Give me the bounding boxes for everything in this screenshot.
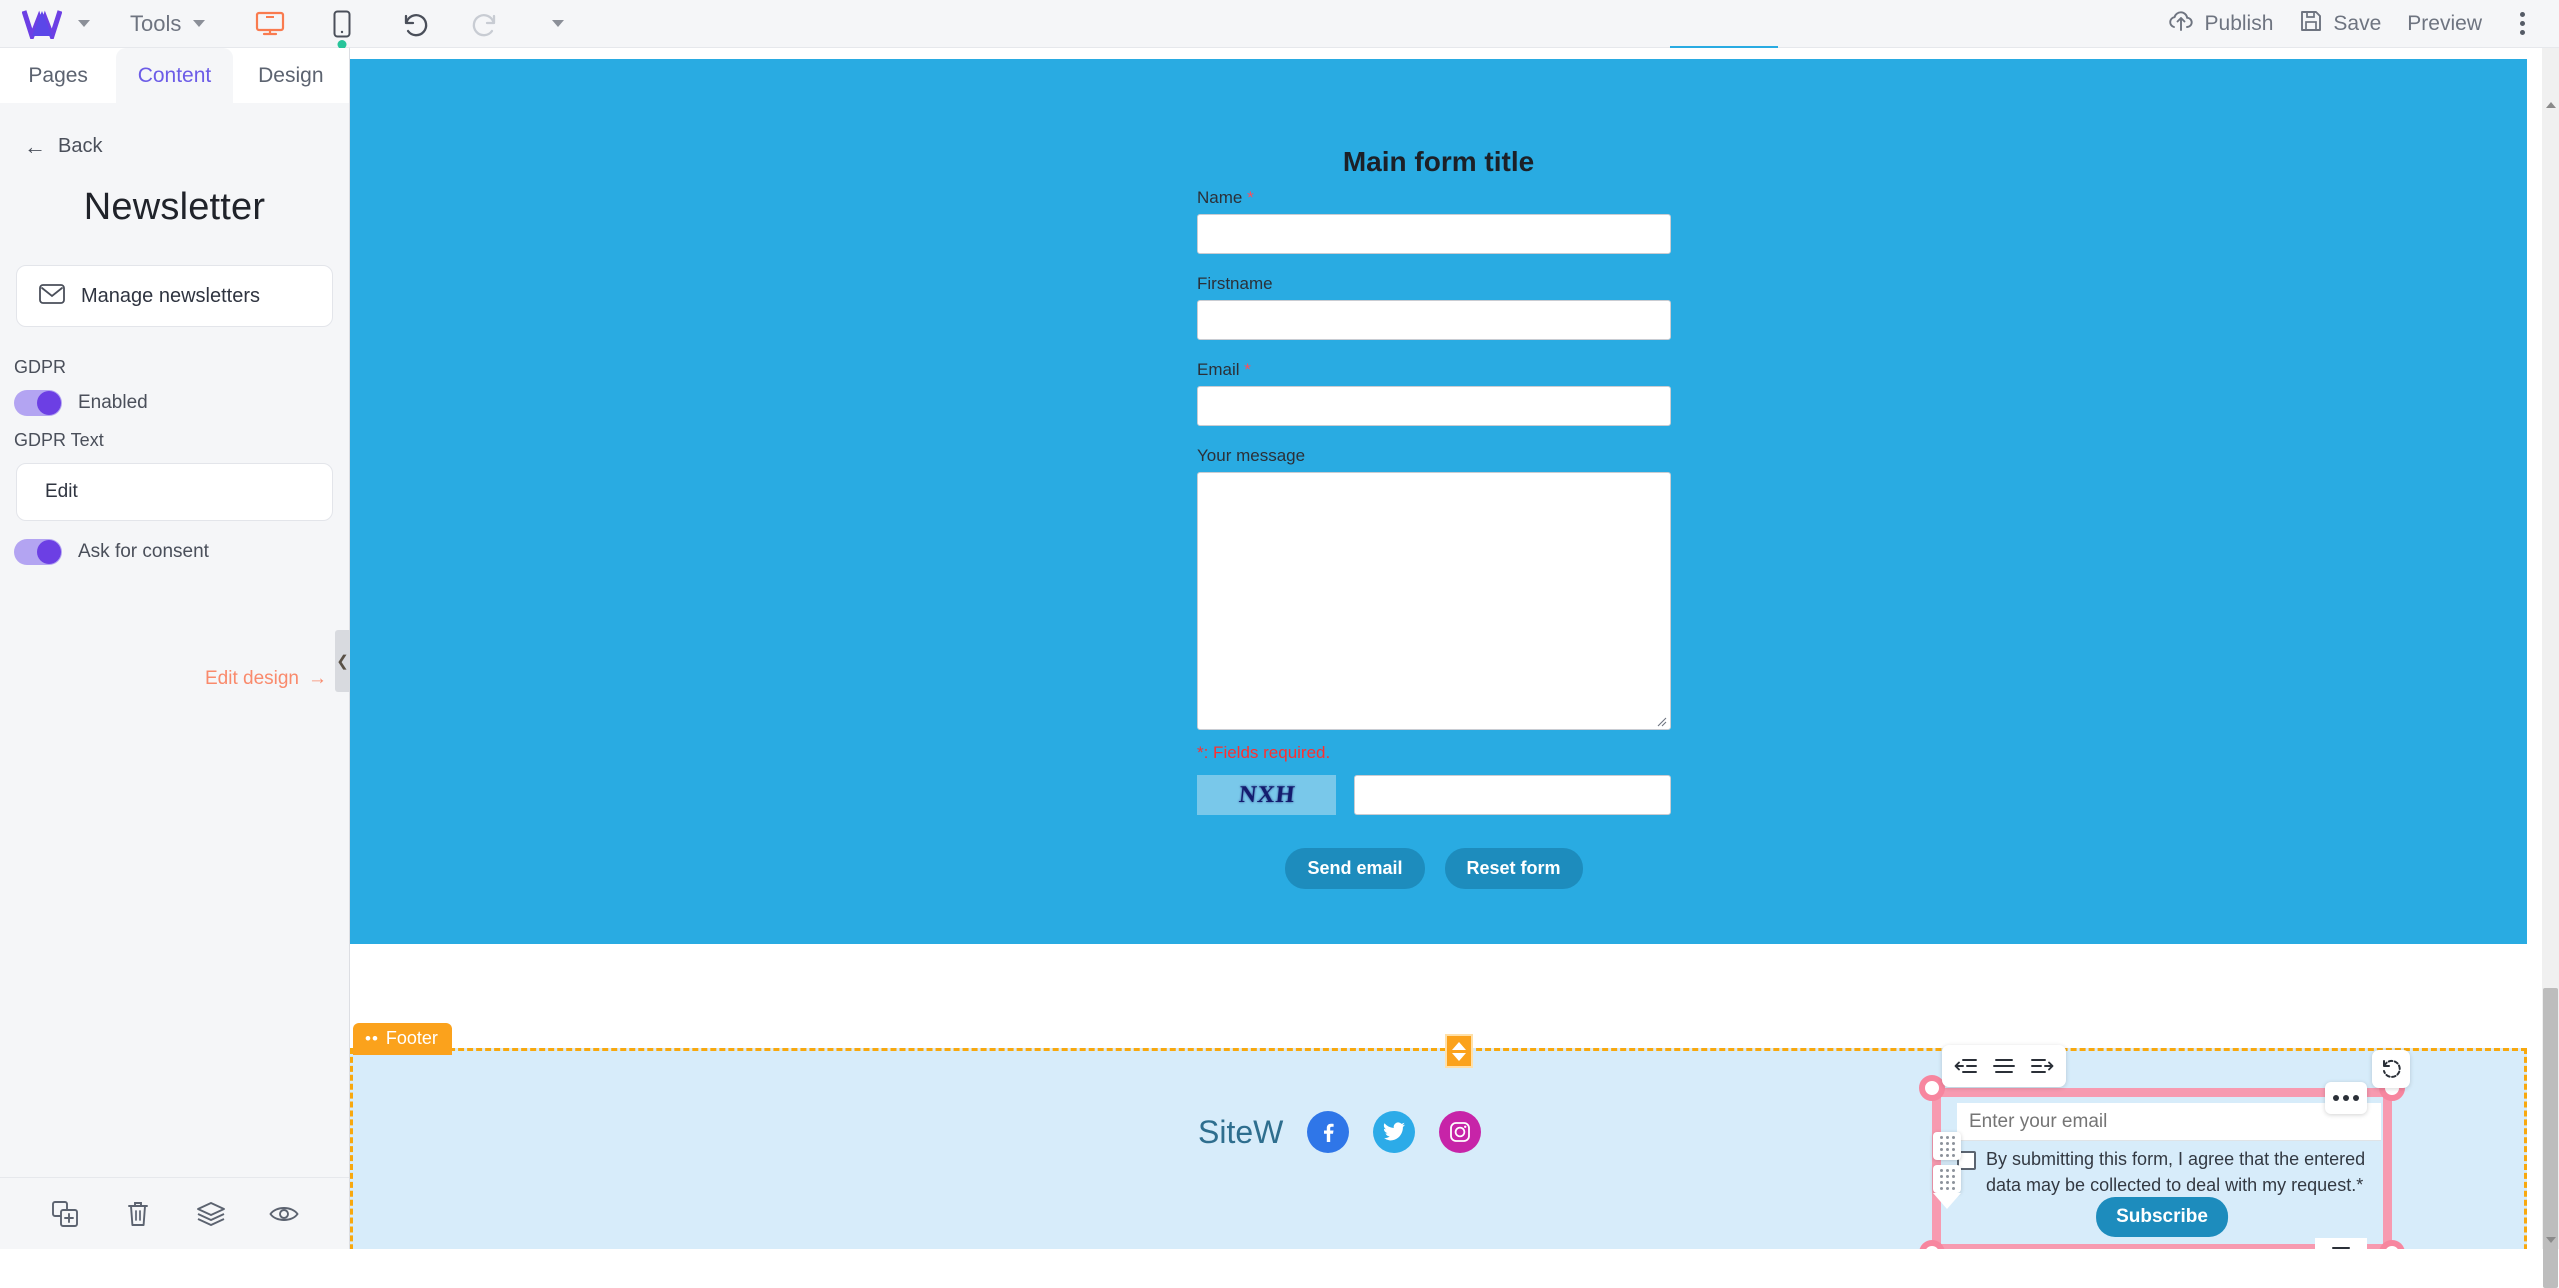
- instagram-icon[interactable]: [1439, 1111, 1482, 1153]
- preview-label: Preview: [2407, 11, 2482, 35]
- arrow-right-icon: →: [308, 668, 327, 689]
- publish-button[interactable]: Publish: [2167, 9, 2274, 39]
- tools-menu[interactable]: Tools: [130, 10, 206, 37]
- scroll-up-arrow-icon[interactable]: [2546, 102, 2556, 108]
- facebook-icon[interactable]: [1307, 1111, 1350, 1153]
- edit-design-link[interactable]: Edit design →: [205, 668, 327, 690]
- floppy-disk-icon: [2299, 9, 2323, 39]
- ask-consent-label: Ask for consent: [78, 541, 209, 562]
- top-toolbar: Tools Publish Save Preview: [0, 0, 2559, 49]
- preview-button[interactable]: Preview: [2407, 12, 2482, 36]
- required-asterisk: *: [1239, 360, 1251, 379]
- edit-design-label: Edit design: [204, 668, 299, 689]
- form-buttons: Send email Reset form: [1197, 848, 1671, 889]
- mobile-phone-icon[interactable]: [323, 5, 361, 49]
- twitter-icon[interactable]: [1373, 1111, 1416, 1153]
- move-to-bottom-icon[interactable]: [2315, 1238, 2367, 1249]
- captcha-row: NXH: [1197, 775, 1671, 815]
- newsletter-widget[interactable]: By submitting this form, I agree that th…: [1919, 1075, 2405, 1249]
- manage-newsletters-button[interactable]: Manage newsletters: [16, 265, 333, 327]
- arrow-left-icon: ←: [24, 133, 46, 159]
- widget-drag-handle-top[interactable]: [1933, 1132, 1961, 1160]
- save-button[interactable]: Save: [2299, 9, 2381, 39]
- gdpr-text-edit-button[interactable]: Edit: [16, 463, 333, 521]
- page-title: Newsletter: [83, 186, 266, 228]
- scrollbar-thumb[interactable]: [2543, 988, 2558, 1288]
- selection-frame: [1932, 1088, 2392, 1249]
- reset-rotate-icon[interactable]: [2372, 1050, 2410, 1088]
- gdpr-enabled-label: Enabled: [78, 392, 148, 413]
- align-left-icon[interactable]: [1949, 1051, 1983, 1081]
- more-chevron-down-icon[interactable]: [539, 5, 577, 43]
- publish-label: Publish: [2204, 11, 2274, 35]
- save-label: Save: [2333, 11, 2382, 35]
- sidebar-collapse-handle[interactable]: ❮: [335, 630, 350, 692]
- layers-icon[interactable]: [189, 1192, 233, 1236]
- gdpr-section-label: GDPR: [14, 357, 67, 377]
- align-center-icon[interactable]: [1987, 1051, 2021, 1081]
- back-label: Back: [58, 135, 103, 157]
- canvas-scrollbar[interactable]: [2542, 48, 2559, 1288]
- cloud-upload-icon: [2167, 9, 2195, 39]
- required-fields-note: *: Fields required.: [1197, 743, 1331, 762]
- duplicate-icon[interactable]: [43, 1192, 87, 1236]
- page-canvas: Main form title Name * Firstname Email *…: [350, 48, 2542, 1249]
- redo-icon[interactable]: [467, 5, 505, 43]
- desktop-monitor-icon[interactable]: [251, 5, 289, 43]
- kebab-menu-icon[interactable]: [2508, 6, 2537, 41]
- scroll-down-arrow-icon[interactable]: [2546, 1237, 2556, 1243]
- textarea-resize-grip-icon[interactable]: [1655, 714, 1667, 727]
- name-field-label: Name *: [1197, 188, 1254, 207]
- ask-consent-row: Ask for consent: [14, 539, 349, 565]
- undo-icon[interactable]: [395, 5, 433, 43]
- left-sidebar: Pages Content Design ← Back Newsletter M…: [0, 48, 350, 1249]
- message-field-label: Your message: [1197, 446, 1306, 465]
- firstname-input[interactable]: [1197, 300, 1671, 340]
- footer-resize-top-handle[interactable]: [1445, 1034, 1473, 1068]
- captcha-input[interactable]: [1354, 775, 1671, 815]
- tab-design[interactable]: Design: [232, 48, 349, 103]
- drag-dots-icon: ••: [365, 1028, 379, 1048]
- tools-label: Tools: [130, 10, 182, 36]
- sitew-w-logo[interactable]: [20, 7, 64, 41]
- tools-chevron-down-icon: [193, 20, 206, 27]
- required-asterisk: *: [1242, 188, 1254, 207]
- edit-label: Edit: [45, 481, 78, 502]
- send-email-button[interactable]: Send email: [1285, 848, 1425, 889]
- name-input[interactable]: [1197, 214, 1671, 254]
- tab-content[interactable]: Content: [116, 48, 233, 103]
- manage-newsletters-label: Manage newsletters: [81, 284, 260, 307]
- sidebar-tabs: Pages Content Design: [0, 48, 349, 103]
- footer-brand-row: SiteW: [1198, 1111, 1482, 1153]
- footer-tag-label: Footer: [385, 1028, 438, 1048]
- align-right-icon[interactable]: [2025, 1051, 2059, 1081]
- gdpr-text-label: GDPR Text: [14, 430, 104, 450]
- contact-form: Name * Firstname Email * Your message *:…: [1197, 188, 1671, 889]
- email-field-label: Email *: [1197, 360, 1251, 379]
- gdpr-enabled-toggle[interactable]: [14, 390, 62, 416]
- sitew-footer-logo: SiteW: [1198, 1113, 1284, 1150]
- text-align-toolbar: [1942, 1045, 2066, 1087]
- gdpr-enabled-row: Enabled: [14, 390, 349, 416]
- firstname-field-label: Firstname: [1197, 274, 1273, 293]
- envelope-icon: [39, 283, 65, 309]
- eye-icon[interactable]: [262, 1192, 306, 1236]
- reset-form-button[interactable]: Reset form: [1444, 848, 1583, 889]
- widget-more-options-button[interactable]: [2325, 1082, 2367, 1114]
- widget-drag-handle-bottom[interactable]: [1933, 1165, 1961, 1193]
- form-title: Main form title: [1342, 146, 1535, 177]
- widget-drag-arrow-icon[interactable]: [1933, 1193, 1961, 1209]
- brand-chevron-down-icon[interactable]: [78, 20, 90, 27]
- back-button[interactable]: ← Back: [24, 135, 349, 158]
- sidebar-bottom-toolbar: [0, 1177, 349, 1249]
- trash-icon[interactable]: [116, 1192, 160, 1236]
- footer-section-tag[interactable]: •• Footer: [353, 1023, 452, 1055]
- captcha-image: NXH: [1197, 775, 1337, 815]
- message-textarea[interactable]: [1197, 472, 1671, 730]
- tab-pages[interactable]: Pages: [0, 48, 117, 103]
- ask-consent-toggle[interactable]: [14, 539, 62, 565]
- email-input[interactable]: [1197, 386, 1671, 426]
- captcha-text: NXH: [1237, 781, 1297, 808]
